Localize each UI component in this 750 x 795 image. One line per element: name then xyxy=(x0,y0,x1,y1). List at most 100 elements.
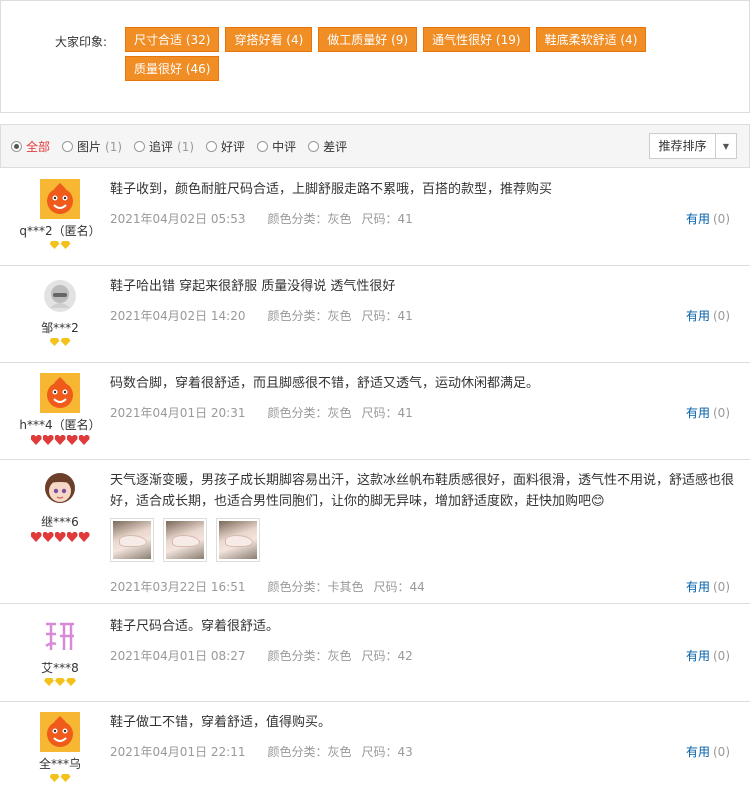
review-date: 2021年04月01日 20:31 xyxy=(110,406,246,420)
radio-icon[interactable] xyxy=(206,141,218,152)
filter-label: 追评 xyxy=(149,140,174,154)
shoe-photo xyxy=(166,521,204,559)
shoe-photo xyxy=(219,521,257,559)
review-item: 继***6 天气逐渐变暖，男孩子成长期脚容易出汗，这款冰丝帆布鞋质感很好，面料很… xyxy=(0,460,750,604)
gem-icon xyxy=(60,338,71,346)
chevron-down-icon[interactable]: ▼ xyxy=(716,142,736,151)
useful-button[interactable]: 有用 (0) xyxy=(686,743,730,760)
user-level xyxy=(12,338,108,346)
user-level xyxy=(12,678,108,686)
heart-icon xyxy=(42,435,54,445)
gem-icon xyxy=(44,678,54,686)
review-text: 码数合脚，穿着很舒适，而且脚感很不错，舒适又透气，运动休闲都满足。 xyxy=(110,376,540,391)
review-text: 鞋子尺码合适。穿着很舒适。 xyxy=(110,619,280,634)
filter-all[interactable]: 全部 xyxy=(11,138,50,155)
useful-button[interactable]: 有用 (0) xyxy=(686,404,730,421)
review-user: 艾***8 xyxy=(12,616,108,686)
orange-mascot-avatar-icon[interactable] xyxy=(40,712,80,752)
heart-icon xyxy=(42,532,54,542)
review-text: 鞋子收到，颜色耐脏尺码合适，上脚舒服走路不累哦，百搭的款型，推荐购买 xyxy=(110,182,553,197)
review-meta: 2021年04月01日 20:31 颜色分类：灰色 尺码：41 xyxy=(110,404,413,421)
review-item: q***2（匿名） 鞋子收到，颜色耐脏尺码合适，上脚舒服走路不累哦，百搭的款型，… xyxy=(0,169,750,266)
sort-dropdown[interactable]: 推荐排序 ▼ xyxy=(649,133,737,159)
review-date: 2021年04月02日 05:53 xyxy=(110,212,246,226)
review-meta: 2021年03月22日 16:51 颜色分类：卡其色 尺码：44 xyxy=(110,578,425,595)
review-photo-thumbnail[interactable] xyxy=(110,518,154,562)
impression-tag[interactable]: 质量很好 (46) xyxy=(125,56,220,81)
gem-icon xyxy=(60,241,71,249)
impression-tag[interactable]: 穿搭好看 (4) xyxy=(225,27,313,52)
filter-neutral[interactable]: 中评 xyxy=(257,138,296,155)
review-user: 全***乌 xyxy=(12,712,108,782)
impression-tag[interactable]: 尺寸合适 (32) xyxy=(125,27,220,52)
useful-label: 有用 xyxy=(685,580,710,594)
useful-label: 有用 xyxy=(685,406,710,420)
heart-icon xyxy=(66,435,78,445)
review-date: 2021年03月22日 16:51 xyxy=(110,580,246,594)
radio-icon[interactable] xyxy=(308,141,320,152)
review-photo-thumbnail[interactable] xyxy=(216,518,260,562)
filter-follow-up[interactable]: 追评 (1) xyxy=(134,138,194,155)
useful-button[interactable]: 有用 (0) xyxy=(686,307,730,324)
useful-label: 有用 xyxy=(685,309,710,323)
impression-tag[interactable]: 鞋底柔软舒适 (4) xyxy=(535,27,647,52)
heart-icon xyxy=(78,532,90,542)
user-level xyxy=(12,532,108,542)
filter-positive[interactable]: 好评 xyxy=(206,138,245,155)
review-photos xyxy=(110,518,260,562)
filter-label: 全部 xyxy=(26,140,51,154)
impression-tag[interactable]: 做工质量好 (9) xyxy=(318,27,418,52)
review-date: 2021年04月01日 08:27 xyxy=(110,649,246,663)
review-item: 邹***2 鞋子哈出错 穿起来很舒服 质量没得说 透气性很好 2021年04月0… xyxy=(0,266,750,363)
review-text: 鞋子哈出错 穿起来很舒服 质量没得说 透气性很好 xyxy=(110,279,396,294)
cartoon-girl-avatar-icon[interactable] xyxy=(40,470,80,510)
impression-tags: 尺寸合适 (32) 穿搭好看 (4) 做工质量好 (9) 通气性很好 (19) … xyxy=(125,27,655,81)
heart-icon xyxy=(66,532,78,542)
orange-mascot-avatar-icon[interactable] xyxy=(40,373,80,413)
grey-default-avatar-icon[interactable] xyxy=(40,276,80,316)
filter-count: (1) xyxy=(105,139,123,154)
radio-icon[interactable] xyxy=(11,141,22,152)
heart-icon xyxy=(78,435,90,445)
filter-label: 差评 xyxy=(323,140,348,154)
useful-button[interactable]: 有用 (0) xyxy=(686,647,730,664)
radio-icon[interactable] xyxy=(62,141,74,152)
radio-icon[interactable] xyxy=(257,141,269,152)
review-item: 全***乌 鞋子做工不错，穿着舒适，值得购买。 2021年04月01日 22:1… xyxy=(0,702,750,795)
useful-button[interactable]: 有用 (0) xyxy=(686,210,730,227)
review-text: 鞋子做工不错，穿着舒适，值得购买。 xyxy=(110,715,332,730)
review-size: 尺码：44 xyxy=(373,580,425,594)
review-size: 尺码：41 xyxy=(361,212,413,226)
filter-label: 图片 xyxy=(77,140,102,154)
impressions-panel: 大家印象: 尺寸合适 (32) 穿搭好看 (4) 做工质量好 (9) 通气性很好… xyxy=(0,0,750,113)
sort-label: 推荐排序 xyxy=(650,134,716,158)
orange-mascot-avatar-icon[interactable] xyxy=(40,179,80,219)
review-date: 2021年04月01日 22:11 xyxy=(110,745,246,759)
heart-icon xyxy=(30,532,42,542)
user-level xyxy=(12,241,108,249)
shoe-photo xyxy=(113,521,151,559)
review-photo-thumbnail[interactable] xyxy=(163,518,207,562)
filter-label: 好评 xyxy=(221,140,246,154)
review-size: 尺码：43 xyxy=(361,745,413,759)
filter-pictures[interactable]: 图片 (1) xyxy=(62,138,122,155)
useful-label: 有用 xyxy=(685,649,710,663)
gem-icon xyxy=(49,241,60,249)
gem-icon xyxy=(66,678,76,686)
filter-negative[interactable]: 差评 xyxy=(308,138,347,155)
radio-icon[interactable] xyxy=(134,141,146,152)
review-user: 继***6 xyxy=(12,470,108,542)
review-username: q***2（匿名） xyxy=(19,224,101,238)
review-username: 全***乌 xyxy=(38,757,81,771)
filter-count: (1) xyxy=(177,139,195,154)
gem-icon xyxy=(55,678,65,686)
review-meta: 2021年04月02日 05:53 颜色分类：灰色 尺码：41 xyxy=(110,210,413,227)
impressions-label: 大家印象: xyxy=(55,35,108,49)
useful-button[interactable]: 有用 (0) xyxy=(686,578,730,595)
pink-character-avatar-icon[interactable] xyxy=(40,616,80,656)
review-filter-bar: 全部 图片 (1) 追评 (1) 好评 中评 差评 推荐排序 ▼ xyxy=(0,124,750,168)
review-color: 颜色分类：灰色 xyxy=(267,745,352,759)
review-username: 艾***8 xyxy=(41,661,79,675)
review-meta: 2021年04月02日 14:20 颜色分类：灰色 尺码：41 xyxy=(110,307,413,324)
impression-tag[interactable]: 通气性很好 (19) xyxy=(423,27,530,52)
